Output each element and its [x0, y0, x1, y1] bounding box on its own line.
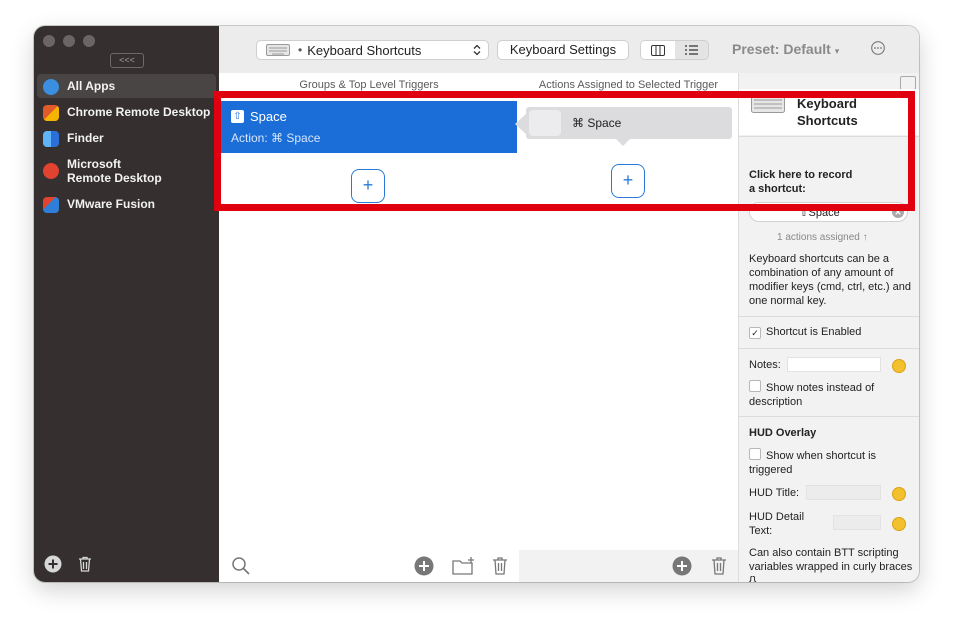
- finder-icon: [43, 131, 59, 147]
- vmware-icon: [43, 197, 59, 213]
- sidebar-item-label: Chrome Remote Desktop: [67, 105, 211, 119]
- preset-selector[interactable]: Preset: Default ▾: [732, 41, 839, 57]
- hud-detail-input[interactable]: [833, 515, 881, 530]
- actions-assigned-label: 1 actions assigned ↑: [777, 232, 868, 243]
- list-view-button[interactable]: [675, 41, 709, 59]
- sidebar-item-label: All Apps: [67, 79, 116, 93]
- emoji-picker-icon[interactable]: [892, 517, 906, 531]
- sidebar-item-microsoft-remote-desktop[interactable]: Microsoft Remote Desktop: [37, 157, 216, 185]
- zoom-window-button[interactable]: [83, 35, 95, 47]
- triggers-column: Groups & Top Level Triggers ⇧ Space Acti…: [219, 73, 520, 582]
- toolbar: • Keyboard Shortcuts Keyboard Settings P…: [219, 26, 919, 74]
- hud-show-label: Show when shortcut is triggered: [749, 450, 877, 476]
- trigger-type-select[interactable]: • Keyboard Shortcuts: [256, 40, 489, 60]
- sidebar-item-vmware-fusion[interactable]: VMware Fusion: [37, 197, 216, 213]
- divider: [739, 136, 919, 137]
- apps-sidebar: <<< All Apps Chrome Remote Desktop Finde…: [34, 26, 219, 582]
- shortcut-enabled-label: Shortcut is Enabled: [766, 326, 862, 338]
- panel-title-area: Keyboard Shortcuts: [739, 89, 919, 135]
- collapse-sidebar-button[interactable]: <<<: [110, 53, 144, 68]
- panel-title-line2: Shortcuts: [797, 113, 858, 128]
- bullet-icon: •: [298, 43, 303, 57]
- shift-key-icon: ⇧: [231, 110, 244, 123]
- shortcut-recorder-field[interactable]: ⇧Space: [749, 202, 908, 222]
- selection-pointer: [515, 113, 527, 135]
- add-action-button[interactable]: +: [611, 164, 645, 198]
- hud-scripting-note: Can also contain BTT scripting variables…: [749, 547, 913, 582]
- trigger-subtitle: Action: ⌘ Space: [231, 131, 321, 145]
- hud-overlay-heading: HUD Overlay: [749, 427, 817, 439]
- app-window: <<< All Apps Chrome Remote Desktop Finde…: [34, 26, 919, 582]
- panel-corner-icon: [900, 76, 916, 90]
- view-mode-segmented-control: [640, 40, 709, 60]
- shortcut-enabled-checkbox[interactable]: ✓ Shortcut is Enabled: [749, 325, 861, 339]
- triggers-footer: [219, 550, 519, 582]
- clear-shortcut-icon[interactable]: [892, 206, 904, 218]
- divider: [739, 316, 919, 317]
- action-icon-slot: [529, 110, 561, 136]
- add-action-icon[interactable]: [672, 556, 692, 576]
- triggers-column-header: Groups & Top Level Triggers: [299, 79, 439, 91]
- divider: [739, 416, 919, 417]
- trigger-row-selected[interactable]: ⇧ Space Action: ⌘ Space: [221, 101, 517, 153]
- emoji-picker-icon[interactable]: [892, 487, 906, 501]
- show-notes-label: Show notes instead of description: [749, 382, 875, 408]
- more-options-icon[interactable]: [871, 41, 885, 55]
- columns-view-button[interactable]: [641, 41, 675, 59]
- shortcut-description: Keyboard shortcuts can be a combination …: [749, 253, 911, 307]
- sidebar-item-label: Finder: [67, 131, 104, 145]
- record-shortcut-label-2: a shortcut:: [749, 183, 806, 195]
- list-icon: [684, 45, 698, 55]
- action-pointer: [616, 139, 630, 146]
- hud-show-checkbox[interactable]: Show when shortcut is triggered: [749, 448, 899, 477]
- add-folder-icon[interactable]: [452, 556, 476, 576]
- add-trigger-button[interactable]: +: [351, 169, 385, 203]
- actions-footer: [519, 550, 738, 582]
- sidebar-item-label: VMware Fusion: [67, 197, 156, 211]
- sidebar-item-all-apps[interactable]: All Apps: [37, 74, 216, 98]
- trigger-config-panel: Keyboard Shortcuts Click here to record …: [738, 73, 919, 582]
- add-trigger-icon[interactable]: [414, 556, 434, 576]
- preset-label: Preset: Default: [732, 41, 831, 57]
- action-row[interactable]: ⌘ Space: [526, 107, 732, 146]
- trash-icon[interactable]: [709, 556, 729, 576]
- checkbox-unchecked-icon: [749, 448, 761, 460]
- sidebar-item-chrome-remote-desktop[interactable]: Chrome Remote Desktop: [37, 105, 216, 121]
- remote-desktop-icon: [43, 163, 59, 179]
- sidebar-item-finder[interactable]: Finder: [37, 131, 216, 147]
- keyboard-settings-button[interactable]: Keyboard Settings: [497, 40, 629, 60]
- chevron-up-down-icon: [473, 44, 481, 56]
- notes-input[interactable]: [787, 357, 881, 372]
- emoji-picker-icon[interactable]: [892, 359, 906, 373]
- keyboard-icon: [751, 95, 785, 113]
- trash-icon[interactable]: [76, 555, 94, 573]
- record-shortcut-label-1: Click here to record: [749, 169, 853, 181]
- show-notes-checkbox[interactable]: Show notes instead of description: [749, 380, 899, 409]
- trigger-type-value: Keyboard Shortcuts: [307, 42, 422, 58]
- minimize-window-button[interactable]: [63, 35, 75, 47]
- trigger-title: Space: [250, 109, 287, 124]
- checkbox-checked-icon: ✓: [749, 327, 761, 339]
- columns-icon: [650, 44, 665, 56]
- divider: [739, 348, 919, 349]
- shortcut-value: ⇧Space: [799, 207, 840, 219]
- chevron-down-icon: ▾: [834, 46, 840, 56]
- notes-label: Notes:: [749, 359, 781, 371]
- hud-title-label: HUD Title:: [749, 487, 800, 499]
- panel-title-line1: Keyboard: [797, 96, 857, 111]
- actions-column-header: Actions Assigned to Selected Trigger: [538, 79, 719, 91]
- actions-column: Actions Assigned to Selected Trigger ⌘ S…: [515, 73, 738, 582]
- checkbox-unchecked-icon: [749, 380, 761, 392]
- chrome-remote-desktop-icon: [43, 105, 59, 121]
- hud-detail-label: HUD Detail Text:: [749, 511, 805, 537]
- search-icon[interactable]: [231, 556, 251, 576]
- trash-icon[interactable]: [490, 556, 510, 576]
- close-window-button[interactable]: [43, 35, 55, 47]
- sidebar-item-label: Microsoft Remote Desktop: [67, 157, 162, 185]
- add-app-icon[interactable]: [44, 555, 62, 573]
- hud-title-input[interactable]: [806, 485, 881, 500]
- globe-icon: [43, 79, 59, 95]
- action-label: ⌘ Space: [572, 116, 622, 130]
- keyboard-icon: [266, 44, 290, 56]
